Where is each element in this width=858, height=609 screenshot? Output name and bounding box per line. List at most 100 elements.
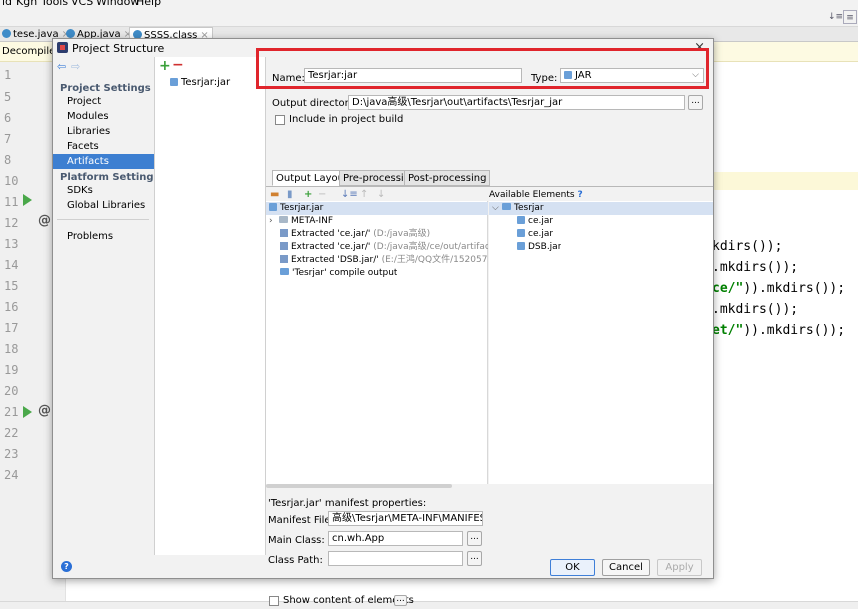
menu-item-vcs[interactable]: VCS [71, 0, 93, 8]
tree-row-module[interactable]: ⌵ Tesrjar [489, 202, 713, 215]
nav-item-libraries[interactable]: Libraries [53, 124, 154, 139]
line-number: 14 [4, 258, 19, 272]
menu-item-window[interactable]: Window [96, 0, 139, 8]
nav-divider [57, 219, 149, 220]
run-icon[interactable] [23, 194, 32, 206]
tree-row-detail: (E:/王鸿/QQ文件/15205773 [381, 255, 488, 265]
forward-arrow-icon[interactable]: ⇨ [71, 60, 80, 73]
output-directory-input[interactable]: D:\java高级\Tesrjar\out\artifacts\Tesrjar_… [348, 95, 685, 110]
line-number: 21 [4, 405, 19, 419]
tree-row-label: Extracted 'DSB.jar/' [291, 255, 379, 265]
show-content-options-button[interactable]: ... [394, 595, 407, 606]
main-class-label: Main Class: [268, 535, 325, 546]
annotation-icon: @ [38, 403, 51, 418]
menu-item[interactable]: Kgn [16, 0, 37, 8]
line-number: 10 [4, 174, 19, 188]
browse-main-class-button[interactable]: ... [467, 531, 482, 546]
class-icon [2, 29, 11, 38]
output-layout-tree: Tesrjar.jar › META-INF Extracted 'ce.jar/… [266, 201, 488, 484]
chevron-right-icon[interactable]: › [269, 215, 279, 228]
nav-item-facets[interactable]: Facets [53, 139, 154, 154]
tree-row-extracted[interactable]: Extracted 'ce.jar/' (D:/java高级) [266, 228, 430, 241]
chevron-down-icon[interactable]: ⌵ [492, 202, 502, 215]
menu-item[interactable]: ld [2, 0, 12, 8]
line-number: 8 [4, 153, 12, 167]
tree-row-root-jar[interactable]: Tesrjar.jar [266, 202, 488, 215]
status-bar [0, 601, 858, 609]
annotation-icon: @ [38, 213, 51, 228]
extracted-icon [280, 229, 288, 237]
dialog-title: Project Structure [72, 42, 165, 55]
type-label: Type: [531, 73, 558, 84]
tree-row-library[interactable]: ce.jar [489, 228, 553, 241]
move-up-icon[interactable]: ↑ [360, 189, 368, 200]
tree-row-label: ce.jar [528, 216, 554, 226]
library-icon [517, 216, 525, 224]
ok-button[interactable]: OK [550, 559, 595, 576]
sort-icon[interactable]: ↓≡ [341, 189, 358, 200]
jar-icon [269, 203, 277, 211]
close-button[interactable]: × [694, 40, 705, 55]
move-down-icon[interactable]: ↓ [377, 189, 385, 200]
main-class-input[interactable]: cn.wh.App [328, 531, 463, 546]
cancel-button[interactable]: Cancel [602, 559, 650, 576]
line-number: 1 [4, 68, 12, 82]
tree-row-extracted[interactable]: Extracted 'DSB.jar/' (E:/王鸿/QQ文件/1520577… [266, 254, 488, 267]
tree-row-label: META-INF [291, 216, 334, 226]
code-line: .mkdirs()); [712, 302, 799, 317]
manifest-file-input[interactable]: 高级\Tesrjar\META-INF\MANIFEST.MF [328, 511, 483, 526]
tree-row-label: Extracted 'ce.jar/' [291, 242, 371, 252]
nav-item-sdks[interactable]: SDKs [53, 183, 154, 198]
apply-button[interactable]: Apply [657, 559, 702, 576]
menu-item-tools[interactable]: Tools [41, 0, 68, 8]
nav-item-artifacts[interactable]: Artifacts [53, 154, 154, 169]
nav-item-global-libraries[interactable]: Global Libraries [53, 198, 154, 213]
line-number: 16 [4, 300, 19, 314]
add-icon[interactable]: + [304, 189, 312, 200]
artifact-list-item[interactable]: Tesrjar:jar [170, 77, 230, 88]
tree-row-label: Extracted 'ce.jar/' [291, 229, 371, 239]
tree-row-label: Tesrjar.jar [280, 203, 324, 213]
nav-item-project[interactable]: Project [53, 94, 154, 109]
type-select-value: JAR [575, 70, 592, 81]
available-elements-tree: ⌵ Tesrjar ce.jar ce.jar DSB.jar [489, 201, 713, 484]
menu-item-help[interactable]: Help [136, 0, 161, 8]
chevron-down-icon: ⌵ [692, 70, 699, 80]
toolbar: ↓≡ ≡ [0, 8, 858, 27]
panel-icon[interactable]: ≡ [843, 10, 857, 24]
nav-item-problems[interactable]: Problems [53, 229, 154, 244]
code-line: ce/")).mkdirs()); [712, 281, 846, 296]
artifact-list-item-label: Tesrjar:jar [181, 77, 231, 88]
code-line: .mkdirs()); [712, 260, 799, 275]
nav-item-modules[interactable]: Modules [53, 109, 154, 124]
run-icon[interactable] [23, 406, 32, 418]
class-icon [66, 29, 75, 38]
tree-row-compile-output[interactable]: 'Tesrjar' compile output [266, 267, 397, 280]
menu-bar: ld Kgn Tools VCS Window Help [0, 0, 858, 8]
tab-post-processing[interactable]: Post-processing [404, 170, 491, 186]
artifact-list: + − Tesrjar:jar [154, 57, 266, 555]
dialog-button-bar: ? OK Cancel Apply [53, 555, 713, 579]
remove-icon[interactable]: − [318, 189, 326, 200]
remove-artifact-button[interactable]: − [172, 57, 184, 73]
name-input[interactable]: Tesrjar:jar [304, 68, 522, 83]
sort-icon[interactable]: ↓≡ [828, 10, 843, 24]
browse-output-button[interactable]: ... [688, 95, 703, 110]
line-number: 17 [4, 321, 19, 335]
name-label: Name: [272, 73, 305, 84]
project-structure-icon [57, 42, 68, 53]
tree-row-detail: (D:/java高级/ce/out/artifacts/ce [373, 242, 488, 252]
tree-row-meta-inf[interactable]: › META-INF [266, 215, 333, 228]
include-in-build-checkbox[interactable] [275, 115, 285, 125]
back-arrow-icon[interactable]: ⇦ [57, 60, 66, 73]
tree-row-library[interactable]: DSB.jar [489, 241, 561, 254]
help-icon[interactable]: ? [61, 561, 72, 572]
line-number: 5 [4, 90, 12, 104]
new-folder-icon[interactable]: ▬ [270, 189, 279, 200]
jar-icon[interactable]: ▮ [287, 189, 293, 200]
show-content-checkbox[interactable] [269, 596, 279, 606]
add-artifact-button[interactable]: + [159, 58, 171, 74]
tree-row-extracted[interactable]: Extracted 'ce.jar/' (D:/java高级/ce/out/ar… [266, 241, 488, 254]
type-select[interactable]: JAR ⌵ [560, 68, 704, 83]
tree-row-library[interactable]: ce.jar [489, 215, 553, 228]
